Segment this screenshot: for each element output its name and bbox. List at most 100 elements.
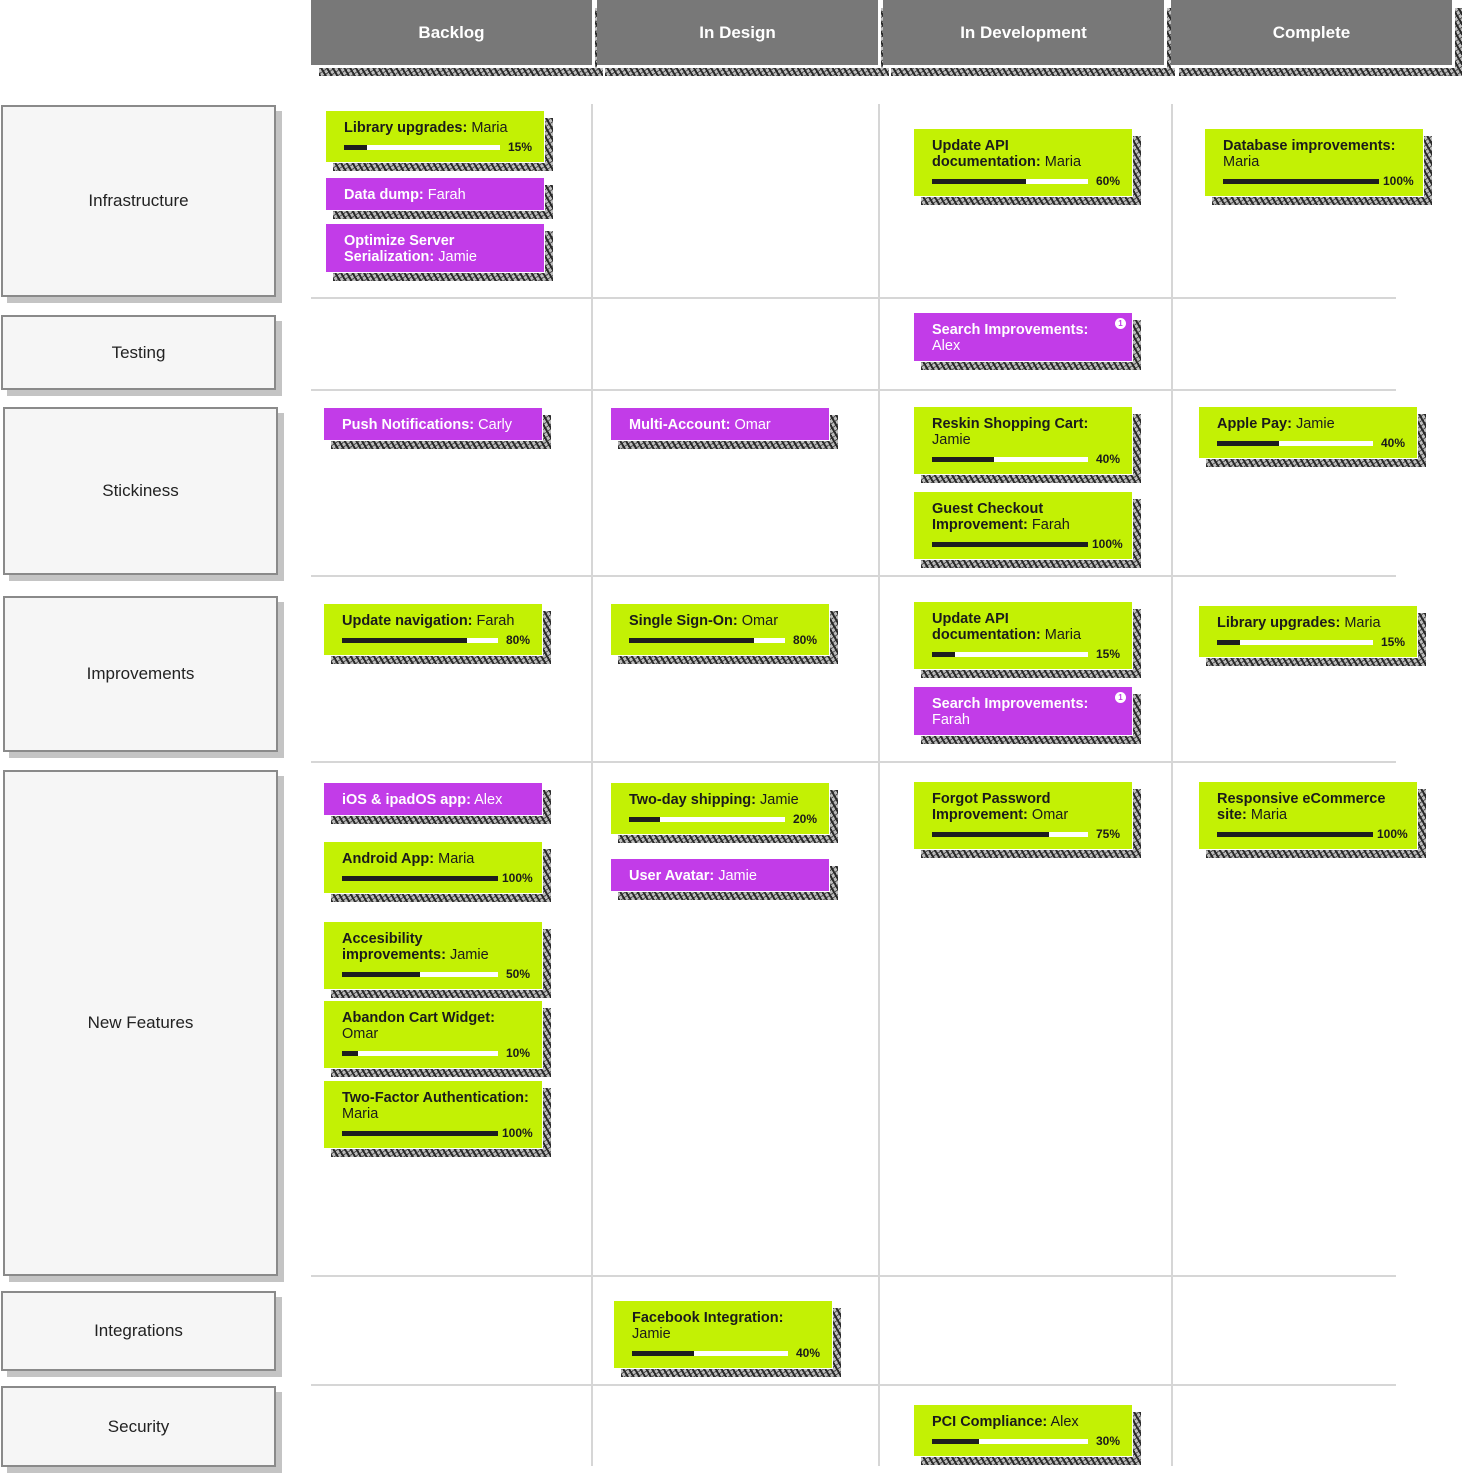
card-text: Push Notifications: Carly [342,417,530,433]
task-card[interactable]: Push Notifications: Carly [323,407,551,449]
row-label-text: Improvements [3,596,278,752]
card-title: Library upgrades: [344,120,468,136]
progress-bar [629,816,785,822]
task-card[interactable]: Reskin Shopping Cart: Jamie 40% [913,406,1141,483]
card-text: Update navigation: Farah [342,613,530,629]
task-card[interactable]: Library upgrades: Maria 15% [1198,605,1426,666]
task-card[interactable]: Two-Factor Authentication: Maria 100% [323,1080,551,1157]
task-card[interactable]: Library upgrades: Maria 15% [325,110,553,171]
row-label-stickiness[interactable]: Stickiness [3,407,284,581]
task-card[interactable]: Search Improvements: Farah 1 [913,686,1141,744]
progress-label: 100% [1092,537,1123,551]
task-card[interactable]: User Avatar: Jamie [610,858,838,900]
column-header-complete[interactable]: Complete [1171,0,1462,76]
task-card[interactable]: Guest Checkout Improvement: Farah 100% [913,491,1141,568]
task-card[interactable]: Android App: Maria 100% [323,841,551,902]
task-card[interactable]: Facebook Integration: Jamie 40% [613,1300,841,1377]
info-icon[interactable]: 1 [1115,692,1126,703]
info-icon[interactable]: 1 [1115,318,1126,329]
card-title: Library upgrades: [1217,615,1341,631]
progress-label: 60% [1095,174,1120,188]
progress-row: 15% [932,646,1120,662]
card-title: Single Sign-On: [629,613,738,629]
task-card[interactable]: iOS & ipadOS app: Alex [323,782,551,824]
card-text: Database improvements: Maria [1223,138,1411,170]
card-owner: Alex [1050,1414,1079,1430]
column-header-in-development[interactable]: In Development [883,0,1175,76]
card-owner: Maria [1044,154,1082,170]
card-text: Data dump: Farah [344,187,532,203]
progress-row: 30% [932,1433,1120,1449]
card-owner: Jamie [760,792,799,808]
card-body: Library upgrades: Maria 15% [1198,605,1418,658]
card-text: Two-Factor Authentication: Maria [342,1090,530,1122]
card-text: iOS & ipadOS app: Alex [342,792,530,808]
task-card[interactable]: Accesibility improvements: Jamie 50% [323,921,551,998]
row-label-security[interactable]: Security [1,1386,282,1473]
card-text: Multi-Account: Omar [629,417,817,433]
task-card[interactable]: Data dump: Farah [325,177,553,219]
task-card[interactable]: Responsive eCommerce site: Maria 100% [1198,781,1426,858]
progress-row: 100% [1223,173,1414,189]
task-card[interactable]: Search Improvements: Alex 1 [913,312,1141,370]
column-header-in-design[interactable]: In Design [597,0,889,76]
task-card[interactable]: Update API documentation: Maria 60% [913,128,1141,205]
progress-fill [1223,178,1379,184]
card-title: Responsive eCommerce site: [1217,791,1386,823]
card-owner: Farah [476,613,515,629]
column-header-label: Backlog [311,0,595,68]
task-card[interactable]: Forgot Password Improvement: Omar 75% [913,781,1141,858]
column-divider [1171,104,1173,1466]
card-text: Search Improvements: Alex [932,322,1110,354]
card-title: Update API documentation: [932,611,1041,643]
progress-bar [342,1050,498,1056]
card-text: Optimize Server Serialization: Jamie [344,233,532,265]
task-card[interactable]: Abandon Cart Widget: Omar 10% [323,1000,551,1077]
task-card[interactable]: Apple Pay: Jamie 40% [1198,406,1426,467]
task-card[interactable]: Database improvements: Maria 100% [1204,128,1432,205]
row-label-improvements[interactable]: Improvements [3,596,284,758]
progress-fill [1217,639,1241,645]
task-card[interactable]: Multi-Account: Omar [610,407,838,449]
card-text: Reskin Shopping Cart: Jamie [932,416,1120,448]
card-title: PCI Compliance: [932,1414,1048,1430]
progress-label: 40% [795,1346,820,1360]
card-text: PCI Compliance: Alex [932,1414,1120,1430]
column-header-label: Complete [1171,0,1455,68]
card-owner: Maria [1044,627,1082,643]
progress-label: 40% [1380,436,1405,450]
column-header-label: In Design [597,0,881,68]
task-card[interactable]: PCI Compliance: Alex 30% [913,1404,1141,1465]
row-label-integrations[interactable]: Integrations [1,1291,282,1377]
progress-fill [342,875,498,881]
card-owner: Maria [1344,615,1381,631]
row-label-testing[interactable]: Testing [1,315,282,396]
card-text: Android App: Maria [342,851,530,867]
row-label-new-features[interactable]: New Features [3,770,284,1282]
progress-fill [932,651,956,657]
progress-row: 15% [1217,634,1405,650]
card-owner: Omar [1031,807,1069,823]
progress-bar [632,1350,788,1356]
task-card[interactable]: Update navigation: Farah 80% [323,603,551,664]
card-text: Search Improvements: Farah [932,696,1110,728]
progress-label: 100% [1383,174,1414,188]
column-header-backlog[interactable]: Backlog [311,0,603,76]
progress-fill [342,971,420,977]
task-card[interactable]: Single Sign-On: Omar 80% [610,603,838,664]
card-text: Responsive eCommerce site: Maria [1217,791,1405,823]
row-label-infrastructure[interactable]: Infrastructure [1,105,282,303]
progress-fill [342,1050,358,1056]
progress-bar [1223,178,1379,184]
progress-fill [629,816,661,822]
task-card[interactable]: Two-day shipping: Jamie 20% [610,782,838,843]
progress-row: 100% [1217,826,1408,842]
progress-label: 15% [1380,635,1405,649]
row-divider [311,389,1396,391]
card-text: Accesibility improvements: Jamie [342,931,530,963]
task-card[interactable]: Optimize Server Serialization: Jamie [325,223,553,281]
task-card[interactable]: Update API documentation: Maria 15% [913,601,1141,678]
row-divider [311,1275,1396,1277]
row-label-text: Integrations [1,1291,276,1371]
progress-label: 15% [507,140,532,154]
